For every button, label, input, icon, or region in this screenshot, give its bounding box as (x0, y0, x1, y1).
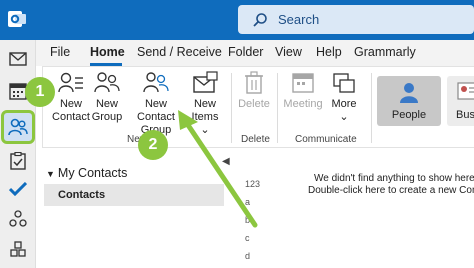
delete-label: Delete (238, 98, 270, 110)
new-group-button[interactable]: New Group (89, 71, 125, 124)
index-letter[interactable]: a (245, 197, 250, 207)
more-icon (333, 73, 355, 93)
app-rail (0, 40, 36, 268)
new-contact-label-2: Contact (52, 111, 90, 123)
meeting-label: Meeting (283, 98, 323, 110)
search-box[interactable]: Search (238, 5, 474, 34)
empty-hint[interactable]: Double-click here to create a new Contac… (308, 185, 474, 196)
more-apps-icon[interactable] (5, 236, 31, 262)
new-group-label-1: New (95, 98, 118, 110)
checkmark-icon[interactable] (5, 176, 31, 202)
communicate-group-caption: Communicate (295, 134, 357, 145)
trash-icon (245, 71, 263, 94)
title-bar: Search (0, 0, 474, 40)
people-view-label: People (391, 109, 427, 121)
ribbon-separator (231, 73, 232, 143)
business-card-icon (457, 82, 474, 100)
index-letter[interactable]: b (245, 215, 250, 225)
new-items-button[interactable]: New Items ⌄ (187, 71, 223, 137)
tab-file[interactable]: File (50, 45, 70, 59)
group-icon (94, 72, 120, 93)
ribbon-separator (371, 73, 372, 143)
index-letter[interactable]: 123 (245, 179, 260, 189)
tab-folder[interactable]: Folder (228, 45, 263, 59)
step-2-callout: 2 (138, 130, 168, 160)
index-letter[interactable]: d (245, 251, 250, 261)
mail-icon[interactable] (5, 46, 31, 72)
person-icon (400, 83, 418, 103)
new-group-label-2: Group (91, 111, 123, 123)
folder-contacts[interactable]: Contacts (44, 184, 224, 206)
tab-view[interactable]: View (275, 45, 302, 59)
tasks-icon[interactable] (5, 148, 31, 174)
new-contact-group-button[interactable]: New Contact Group (125, 71, 187, 137)
more-button[interactable]: More ⌄ (327, 71, 361, 124)
collapse-pane-icon[interactable]: ◀ (222, 156, 230, 167)
new-contact-button[interactable]: New Contact (51, 71, 91, 124)
my-contacts-header[interactable]: ▼ My Contacts (46, 166, 127, 180)
step-1-callout: 1 (25, 77, 55, 107)
more-label: More ⌄ (331, 98, 357, 123)
new-contact-group-label-1: New Contact (137, 98, 175, 123)
empty-message: We didn't find anything to show here. (314, 173, 474, 184)
contact-card-icon (58, 72, 83, 93)
new-items-label-1: New (193, 98, 216, 110)
my-contacts-label: My Contacts (57, 166, 128, 180)
contact-group-icon (143, 72, 169, 93)
people-icon[interactable] (1, 110, 35, 144)
contacts-view[interactable] (238, 152, 474, 268)
new-items-icon (193, 71, 218, 93)
tab-home[interactable]: Home (90, 45, 125, 59)
folder-pane: ▼ My Contacts Contacts (36, 152, 232, 268)
outlook-icon[interactable] (7, 9, 27, 29)
people-view-button[interactable]: People (377, 76, 441, 126)
groups-icon[interactable] (5, 206, 31, 232)
search-input[interactable]: Search (278, 12, 319, 27)
delete-button[interactable]: Delete (235, 71, 273, 111)
delete-group-caption: Delete (241, 134, 270, 145)
tab-grammarly[interactable]: Grammarly (354, 45, 416, 59)
business-card-view-label: Busine (456, 109, 474, 121)
ribbon-separator (277, 73, 278, 143)
search-icon (253, 13, 267, 27)
meeting-icon (292, 73, 314, 93)
new-items-label-2: Items ⌄ (191, 111, 219, 136)
index-letter[interactable]: c (245, 233, 250, 243)
tab-help[interactable]: Help (316, 45, 342, 59)
tab-send-receive[interactable]: Send / Receive (137, 45, 222, 59)
ribbon: New Contact New Group New Contact Group … (42, 66, 474, 148)
meeting-button[interactable]: Meeting (281, 71, 325, 111)
new-contact-label-1: New (59, 98, 82, 110)
business-card-view-button[interactable]: Busine (447, 76, 474, 126)
chevron-down-icon: ▼ (46, 169, 55, 179)
